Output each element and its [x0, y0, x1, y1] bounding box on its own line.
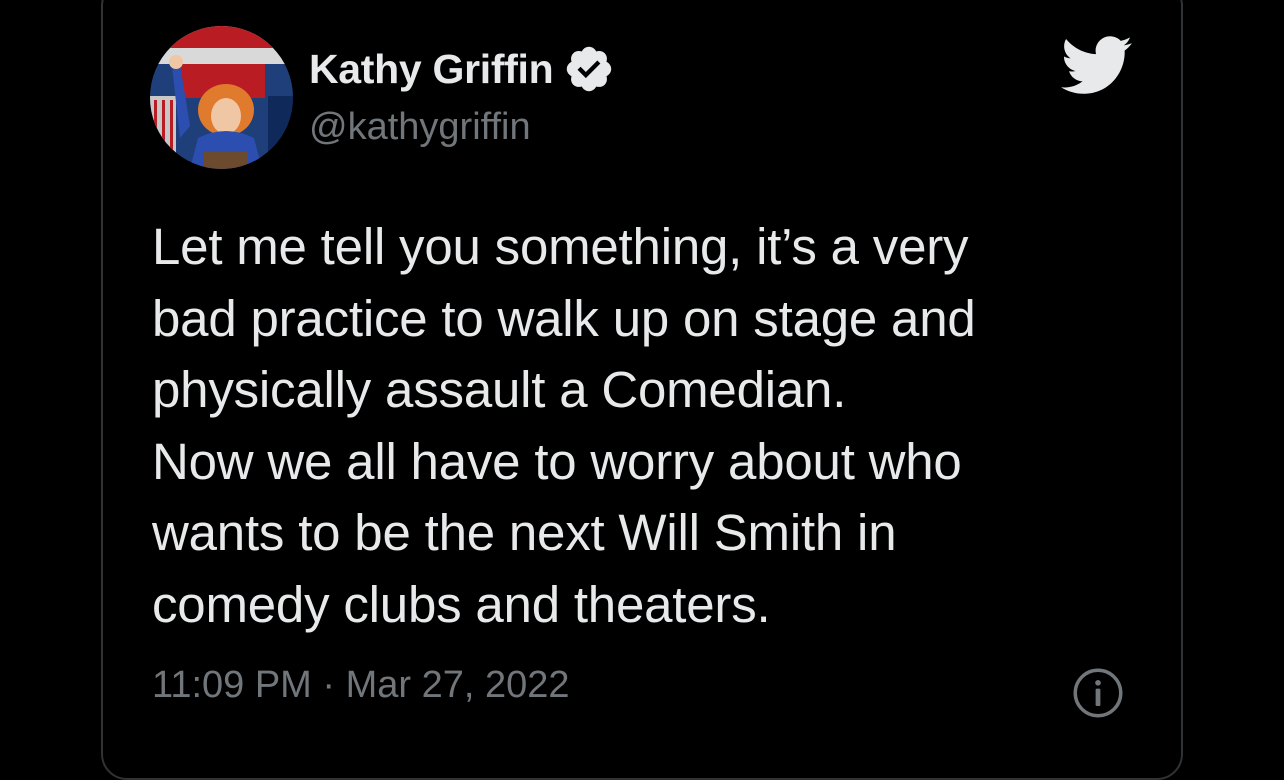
author-display-name[interactable]: Kathy Griffin [309, 46, 554, 93]
tweet-text-line: Now we all have to worry about who [152, 432, 962, 490]
tweet-text: Let me tell you something, it’s a very b… [152, 211, 1162, 640]
tweet-text-line: comedy clubs and theaters. [152, 575, 771, 633]
author-name-row[interactable]: Kathy Griffin [309, 44, 615, 94]
tweet-text-line: wants to be the next Will Smith in [152, 504, 897, 561]
author-handle[interactable]: @kathygriffin [309, 106, 531, 149]
tweet-timestamp[interactable]: 11:09 PM · Mar 27, 2022 [152, 664, 570, 707]
tweet-text-line: Let me tell you something, it’s a very [152, 218, 969, 275]
tweet-text-line: physically assault a Comedian. [152, 361, 847, 418]
twitter-bird-icon[interactable] [1061, 36, 1133, 96]
tweet-text-line: bad practice to walk up on stage and [152, 289, 976, 347]
verified-badge-icon [567, 46, 612, 92]
avatar-photo [150, 26, 293, 169]
info-icon[interactable] [1072, 667, 1124, 719]
author-avatar[interactable] [150, 26, 293, 169]
